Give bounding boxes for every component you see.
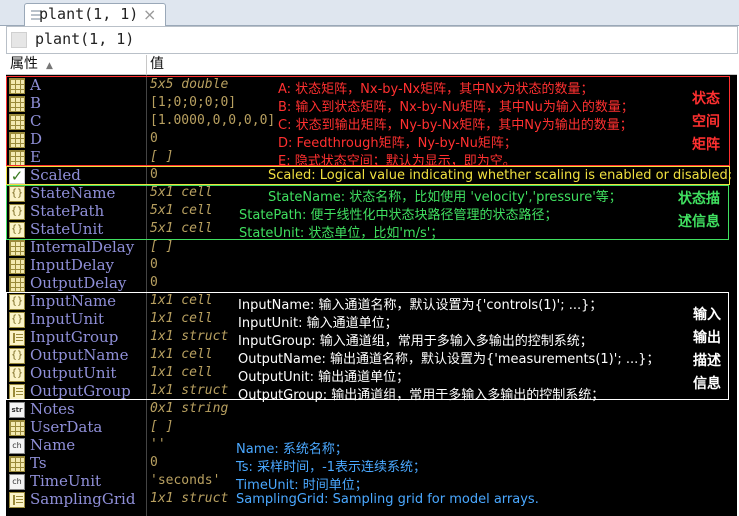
close-icon[interactable]: × xyxy=(143,5,156,24)
tab-plant[interactable]: plant(1, 1) × xyxy=(24,3,166,26)
table-row[interactable]: InputDelay 0 xyxy=(6,256,737,275)
matrix-icon xyxy=(9,240,25,256)
annotation-text: SamplingGrid: Sampling grid for model ar… xyxy=(236,492,539,507)
side-label-line: 信息 xyxy=(693,376,721,392)
side-label-line: 空间 xyxy=(692,114,720,130)
side-label-state: 状态描 述信息 xyxy=(670,188,728,234)
property-value[interactable]: 0 xyxy=(150,455,158,470)
property-name: InternalDelay xyxy=(30,238,135,256)
table-row[interactable]: ch Name '' Name: 系统名称； xyxy=(6,436,737,457)
matrix-group-box xyxy=(6,76,730,166)
matrix-icon xyxy=(9,420,25,436)
property-value[interactable]: [ ] xyxy=(150,419,173,434)
side-label-line: 描述 xyxy=(693,353,721,369)
property-value[interactable]: 0x1 string xyxy=(150,401,228,416)
table-row[interactable]: OutputDelay 0 xyxy=(6,274,737,293)
variable-icon xyxy=(11,32,27,48)
property-name: InputDelay xyxy=(30,256,114,274)
property-header-label: 属性 xyxy=(10,56,38,72)
side-label-line: 述信息 xyxy=(678,214,720,230)
property-value[interactable]: 0 xyxy=(150,257,158,272)
table-row[interactable]: str Notes 0x1 string xyxy=(6,400,737,419)
state-group-box xyxy=(6,185,729,240)
column-header-property[interactable]: 属性 ▲ xyxy=(10,55,53,74)
side-label-line: 矩阵 xyxy=(692,137,720,153)
table-row[interactable]: ch TimeUnit'seconds' TimeUnit: 时间单位； xyxy=(6,472,737,493)
char-icon: ch xyxy=(9,438,25,454)
address-text: plant(1, 1) xyxy=(35,30,135,48)
string-icon: str xyxy=(9,402,25,418)
char-icon: ch xyxy=(9,474,25,490)
property-name: UserData xyxy=(30,418,103,436)
property-name: TimeUnit xyxy=(30,472,102,490)
sort-ascending-icon[interactable]: ▲ xyxy=(46,61,53,71)
property-name: Notes xyxy=(30,400,75,418)
matrix-icon xyxy=(9,276,25,292)
table-row[interactable]: SamplingGrid 1x1 struct SamplingGrid: Samp… xyxy=(6,490,737,509)
property-name: Ts xyxy=(30,454,47,472)
property-name: Name xyxy=(30,436,76,454)
side-label-line: 状态 xyxy=(692,91,720,107)
table-row[interactable]: InternalDelay [ ] xyxy=(6,238,737,257)
matrix-icon xyxy=(9,456,25,472)
variable-address-bar[interactable]: plant(1, 1) xyxy=(6,26,738,54)
column-header-value[interactable]: 值 xyxy=(150,55,164,74)
property-name: OutputDelay xyxy=(30,274,127,292)
property-value[interactable]: 'seconds' xyxy=(150,473,220,488)
tab-label: plant(1, 1) xyxy=(39,5,139,23)
side-label-matrix: 状态 空间 矩阵 xyxy=(684,88,728,157)
table-row[interactable]: UserData [ ] xyxy=(6,418,737,437)
property-value[interactable]: '' xyxy=(150,437,166,452)
side-label-line: 输入 xyxy=(693,307,721,323)
property-name: SamplingGrid xyxy=(30,490,136,508)
property-value[interactable]: [ ] xyxy=(150,239,173,254)
scaled-note-box xyxy=(6,166,730,185)
matrix-icon xyxy=(9,258,25,274)
property-value[interactable]: 1x1 struct xyxy=(150,491,228,506)
struct-icon xyxy=(9,492,25,508)
side-label-io: 输入 输出 描述 信息 xyxy=(686,304,728,396)
side-label-line: 状态描 xyxy=(678,191,720,207)
tab-bar: plant(1, 1) × xyxy=(0,0,739,26)
io-group-box xyxy=(6,292,729,400)
table-header: 属性 ▲ 值 xyxy=(6,55,737,75)
property-value[interactable]: 0 xyxy=(150,275,158,290)
table-row[interactable]: Ts 0 Ts: 采样时间，-1表示连续系统； xyxy=(6,454,737,475)
side-label-line: 输出 xyxy=(693,330,721,346)
column-divider[interactable] xyxy=(146,55,147,74)
